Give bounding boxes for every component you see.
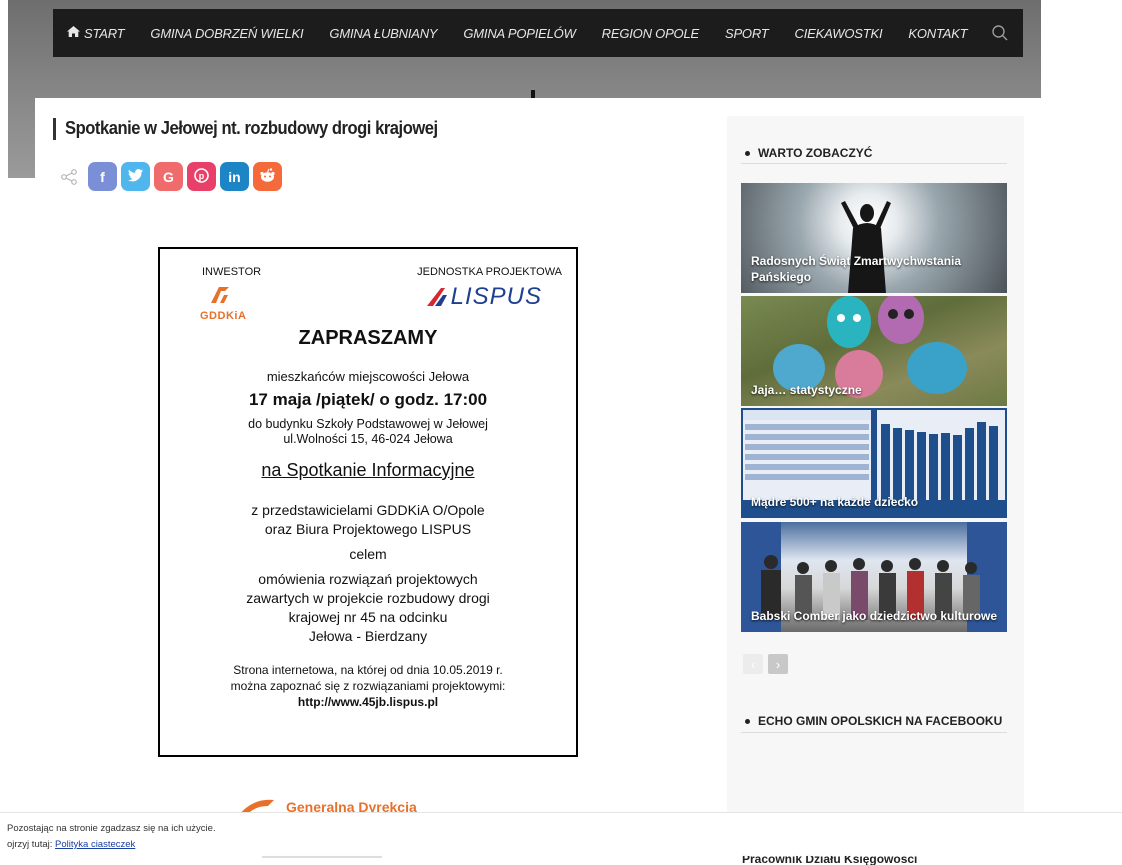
post-title: Spotkanie w Jełowej nt. rozbudowy drogi … [65, 118, 438, 138]
poster-line: oraz Biura Projektowego LISPUS [264, 521, 472, 537]
widget-title-facebook: ECHO GMIN OPOLSKICH NA FACEBOOKU [745, 714, 1002, 728]
poster-line: mieszkańców miejscowości Jełowa [266, 369, 470, 384]
bullet-icon [745, 150, 750, 156]
bullet-icon [745, 718, 750, 724]
widget-title-warto-zobaczyc: WARTO ZOBACZYĆ [745, 146, 872, 160]
slider-next-button[interactable]: › [768, 654, 788, 674]
gddkia-logo-mark [211, 287, 229, 303]
linkedin-icon: in [228, 168, 241, 185]
poster-line: 17 maja /piątek/ o godz. 17:00 [248, 390, 488, 409]
svg-text:p: p [199, 171, 205, 181]
share-icon [60, 168, 78, 186]
featured-post-caption: Jaja… statystyczne [751, 383, 862, 397]
poster-unit-label: JEDNOSTKA PROJEKTOWA [417, 266, 562, 278]
twitter-share-button[interactable] [121, 162, 150, 191]
poster-line: zawartych w projekcie rozbudowy drogi [246, 590, 490, 606]
facebook-share-button[interactable]: f [88, 162, 117, 191]
nav-item-sport[interactable]: SPORT [725, 26, 769, 41]
poster-line: krajowej nr 45 na odcinku [288, 609, 448, 625]
share-bar: f G p in [60, 162, 286, 191]
facebook-icon: f [100, 168, 105, 185]
slider-prev-button[interactable]: ‹ [743, 654, 763, 674]
poster-line: Strona internetowa, na której od dnia 10… [233, 663, 503, 677]
nav-item-start[interactable]: START [67, 25, 125, 41]
poster-heading: ZAPRASZAMY [298, 327, 438, 349]
chevron-left-icon: ‹ [750, 656, 756, 672]
reddit-share-button[interactable] [253, 162, 282, 191]
pinterest-share-button[interactable]: p [187, 162, 216, 191]
linkedin-share-button[interactable]: in [220, 162, 249, 191]
poster-line: ul.Wolności 15, 46-024 Jełowa [283, 432, 453, 446]
poster-line: do budynku Szkoły Podstawowej w Jełowej [248, 417, 488, 431]
widget-title-label: WARTO ZOBACZYĆ [758, 146, 873, 160]
poster-line: http://www.45jb.lispus.pl [297, 695, 439, 709]
home-icon [67, 26, 80, 40]
featured-post-thumbnail[interactable]: Mądre 500+ na każde dziecko [741, 408, 1007, 518]
title-accent-bar [53, 118, 56, 140]
poster-line: celem [349, 546, 387, 562]
nav-item-ciekawostki[interactable]: CIEKAWOSTKI [795, 26, 883, 41]
widget-divider [741, 732, 1007, 733]
event-poster: INWESTOR JEDNOSTKA PROJEKTOWA GDDKiA LIS… [158, 247, 578, 757]
cookie-policy-link[interactable]: Polityka ciasteczek [55, 839, 135, 850]
featured-post-caption: Mądre 500+ na każde dziecko [751, 495, 919, 509]
lispus-logo: LISPUS [425, 283, 542, 311]
main-navigation: START GMINA DOBRZEŃ WIELKI GMINA ŁUBNIAN… [53, 9, 1023, 57]
featured-post-thumbnail[interactable]: Jaja… statystyczne [741, 296, 1007, 406]
cookie-banner: Pozostając na stronie zgadzasz się na ic… [0, 812, 1122, 856]
poster-investor-label: INWESTOR [202, 266, 262, 278]
search-icon[interactable] [991, 24, 1009, 42]
reddit-icon [259, 167, 276, 186]
nav-item-gmina-popielow[interactable]: GMINA POPIELÓW [463, 26, 575, 41]
nav-item-kontakt[interactable]: KONTAKT [908, 26, 967, 41]
chevron-right-icon: › [775, 656, 781, 672]
widget-divider [741, 163, 1007, 164]
nav-item-gmina-dobrzen-wielki[interactable]: GMINA DOBRZEŃ WIELKI [150, 26, 303, 41]
cookie-policy-line: ojrzyj tutaj: Polityka ciasteczek [7, 837, 1122, 853]
gddkia-logo-text: GDDKiA [200, 310, 247, 322]
cookie-text: Pozostając na stronie zgadzasz się na ic… [7, 823, 216, 834]
google-icon: G [163, 168, 174, 185]
gddkia-logo: GDDKiA [200, 285, 247, 322]
featured-post-caption: Radosnych Świąt Zmartwychwstania Pańskie… [751, 254, 962, 284]
featured-post-thumbnail[interactable]: Babski Comber jako dziedzictwo kulturowe [741, 522, 1007, 632]
poster-line: z przedstawicielami GDDKiA O/Opole [251, 502, 485, 518]
lispus-logo-mark [426, 288, 447, 306]
featured-post-thumbnail[interactable]: Radosnych Świąt Zmartwychwstania Pańskie… [741, 183, 1007, 293]
poster-line: na Spotkanie Informacyjne [261, 460, 475, 480]
pinterest-icon: p [194, 167, 209, 186]
poster-line: można zapoznać się z rozwiązaniami proje… [230, 679, 506, 693]
nav-item-gmina-lubniany[interactable]: GMINA ŁUBNIANY [329, 26, 437, 41]
twitter-icon [128, 168, 143, 185]
cookie-policy-prefix: ojrzyj tutaj: [7, 839, 53, 850]
featured-post-caption: Babski Comber jako dziedzictwo kulturowe [751, 609, 998, 623]
poster-line: Jełowa - Bierdzany [308, 628, 428, 644]
lispus-logo-text: LISPUS [450, 283, 542, 310]
nav-item-region-opole[interactable]: REGION OPOLE [602, 26, 699, 41]
nav-label-start: START [84, 25, 125, 41]
page: START GMINA DOBRZEŃ WIELKI GMINA ŁUBNIAN… [0, 0, 1122, 865]
widget-title-label: ECHO GMIN OPOLSKICH NA FACEBOOKU [758, 714, 1003, 728]
poster-line: omówienia rozwiązań projektowych [258, 571, 478, 587]
google-share-button[interactable]: G [154, 162, 183, 191]
